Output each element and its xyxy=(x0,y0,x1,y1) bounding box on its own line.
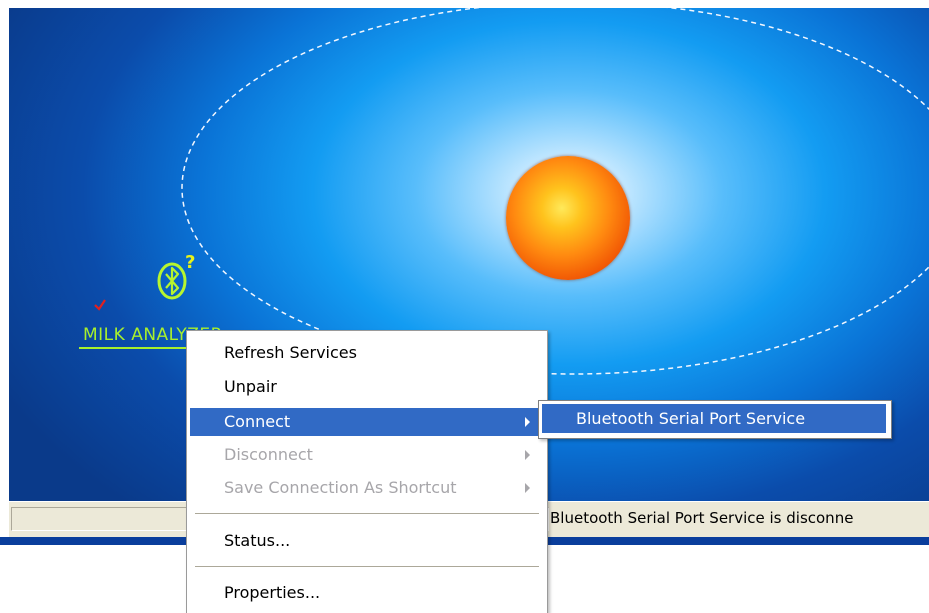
menu-item-label: Disconnect xyxy=(224,445,313,464)
submenu-arrow-icon xyxy=(525,450,530,460)
check-icon xyxy=(94,299,106,311)
menu-item-unpair[interactable]: Unpair xyxy=(190,373,544,401)
menu-item-status[interactable]: Status... xyxy=(190,527,544,555)
unknown-status-icon: ? xyxy=(185,253,195,273)
menu-item-label: Save Connection As Shortcut xyxy=(224,478,457,497)
menu-item-label: Refresh Services xyxy=(224,343,357,362)
menu-item-disconnect: Disconnect xyxy=(190,441,544,469)
menu-item-connect[interactable]: Connect xyxy=(190,408,544,436)
menu-item-properties[interactable]: Properties... xyxy=(190,579,544,607)
menu-separator xyxy=(195,566,539,567)
menu-item-label: Status... xyxy=(224,531,291,550)
device-context-menu: Refresh Services Unpair Connect Disconne… xyxy=(186,330,548,613)
status-text: Bluetooth Serial Port Service is disconn… xyxy=(550,509,854,527)
menu-item-save-connection-as-shortcut: Save Connection As Shortcut xyxy=(190,474,544,502)
window-left-edge xyxy=(0,8,9,501)
bluetooth-device-icon[interactable]: ? xyxy=(154,253,198,303)
connect-submenu: Bluetooth Serial Port Service xyxy=(538,400,892,439)
menu-item-label: Connect xyxy=(224,412,291,431)
submenu-item-label: Bluetooth Serial Port Service xyxy=(576,409,806,428)
submenu-arrow-icon xyxy=(525,417,530,427)
menu-separator xyxy=(195,513,539,514)
submenu-arrow-icon xyxy=(525,483,530,493)
local-computer-sun[interactable] xyxy=(506,156,630,280)
menu-item-label: Unpair xyxy=(224,377,277,396)
submenu-item-bluetooth-serial-port-service[interactable]: Bluetooth Serial Port Service xyxy=(542,404,886,433)
menu-item-label: Properties... xyxy=(224,583,321,602)
menu-item-refresh-services[interactable]: Refresh Services xyxy=(190,339,544,367)
